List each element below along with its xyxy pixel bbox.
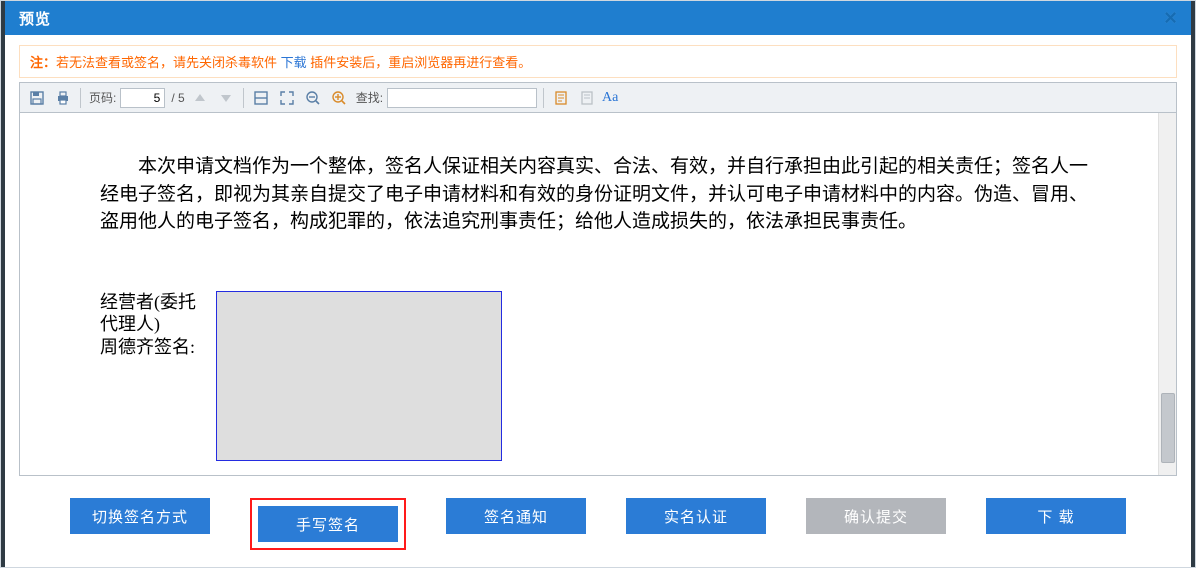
signature-labels: 经营者(委托代理人) 周德齐签名:	[100, 291, 210, 359]
switch-sign-method-button[interactable]: 切换签名方式	[70, 498, 210, 534]
search-label: 查找:	[356, 89, 383, 106]
save-icon[interactable]	[26, 87, 48, 109]
sign-notice-button[interactable]: 签名通知	[446, 498, 586, 534]
page-up-icon[interactable]	[189, 87, 211, 109]
fit-width-icon[interactable]	[250, 87, 272, 109]
search-input[interactable]	[387, 88, 537, 108]
page-total: / 5	[171, 91, 184, 105]
highlighted-action: 手写签名	[250, 498, 406, 550]
page-label: 页码:	[89, 89, 116, 106]
zoom-in-icon[interactable]	[328, 87, 350, 109]
handwrite-sign-button[interactable]: 手写签名	[258, 506, 398, 542]
sig-label-name: 周德齐签名:	[100, 336, 210, 359]
page-down-icon[interactable]	[215, 87, 237, 109]
notice-label: 注：	[30, 55, 56, 70]
close-icon[interactable]: ×	[1164, 5, 1177, 31]
signature-box[interactable]	[216, 291, 502, 461]
notice-text-2: 插件安装后，重启浏览器再进行查看。	[307, 55, 532, 70]
notice-text-1: 若无法查看或签名，请先关闭杀毒软件	[56, 55, 281, 70]
text-tool-icon[interactable]: Aa	[602, 90, 618, 106]
notice-bar: 注：若无法查看或签名，请先关闭杀毒软件 下载 插件安装后，重启浏览器再进行查看。	[19, 45, 1177, 78]
action-button-row: 切换签名方式 手写签名 签名通知 实名认证 确认提交 下 载	[19, 498, 1177, 550]
print-icon[interactable]	[52, 87, 74, 109]
zoom-out-icon[interactable]	[302, 87, 324, 109]
scrollbar-track[interactable]	[1158, 113, 1176, 475]
page-number-input[interactable]	[120, 88, 165, 108]
document-viewer: 本次申请文档作为一个整体，签名人保证相关内容真实、合法、有效，并自行承担由此引起…	[20, 113, 1176, 475]
download-plugin-link[interactable]: 下载	[281, 55, 307, 70]
highlight-icon[interactable]	[550, 87, 572, 109]
real-name-auth-button[interactable]: 实名认证	[626, 498, 766, 534]
pdf-toolbar: 页码: / 5	[20, 83, 1176, 113]
document-paragraph: 本次申请文档作为一个整体，签名人保证相关内容真实、合法、有效，并自行承担由此引起…	[100, 153, 1088, 236]
sig-label-role: 经营者(委托代理人)	[100, 291, 210, 336]
modal-title: 预览	[19, 8, 51, 29]
note-icon[interactable]	[576, 87, 598, 109]
scrollbar-thumb[interactable]	[1161, 393, 1175, 463]
fit-page-icon[interactable]	[276, 87, 298, 109]
confirm-submit-button: 确认提交	[806, 498, 946, 534]
modal-header: 预览 ×	[5, 1, 1191, 35]
download-button[interactable]: 下 载	[986, 498, 1126, 534]
